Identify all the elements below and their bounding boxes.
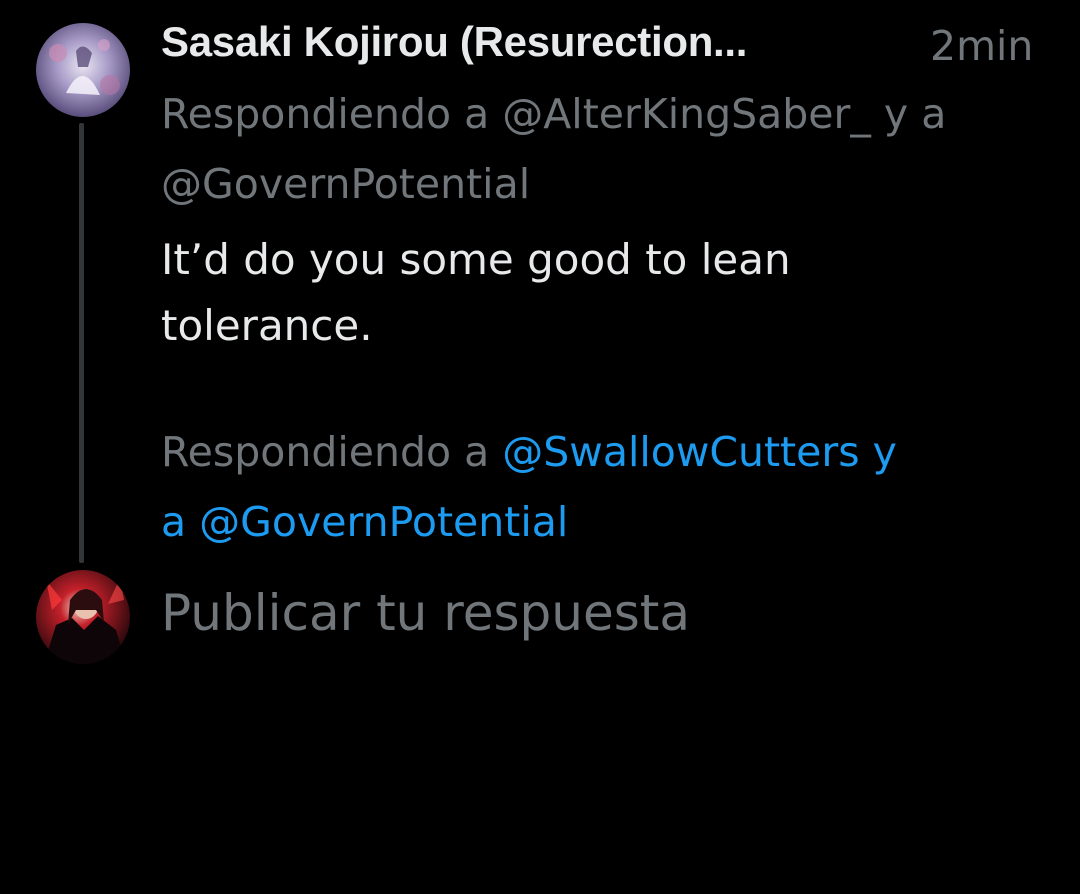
thread-connector-line [79, 123, 84, 563]
replying-prefix: Respondiendo a [161, 428, 503, 476]
tweet-header: Sasaki Kojirou (Resurection... 2min [161, 14, 1080, 78]
replying-to-line: @GovernPotential [161, 160, 531, 208]
tweet-text-line: tolerance. [161, 301, 373, 350]
reply-input[interactable]: Publicar tu respuesta [161, 584, 690, 642]
current-user-avatar-image [36, 570, 130, 664]
tweet-timestamp[interactable]: 2min [930, 22, 1033, 70]
tweet-text: It’d do you some good to lean tolerance. [161, 227, 1041, 359]
compose-replying-to: Respondiendo a @SwallowCutters y a @Gove… [161, 417, 1061, 557]
tweet-text-line: It’d do you some good to lean [161, 235, 791, 284]
replying-to-line: Respondiendo a @AlterKingSaber_ y a [161, 90, 947, 138]
current-user-avatar[interactable] [36, 570, 130, 664]
mention-link[interactable]: @SwallowCutters y [502, 428, 897, 476]
author-avatar-image [36, 23, 130, 117]
mention-link[interactable]: a @GovernPotential [161, 498, 568, 546]
author-avatar[interactable] [36, 23, 130, 117]
author-name[interactable]: Sasaki Kojirou (Resurection... [161, 18, 747, 66]
